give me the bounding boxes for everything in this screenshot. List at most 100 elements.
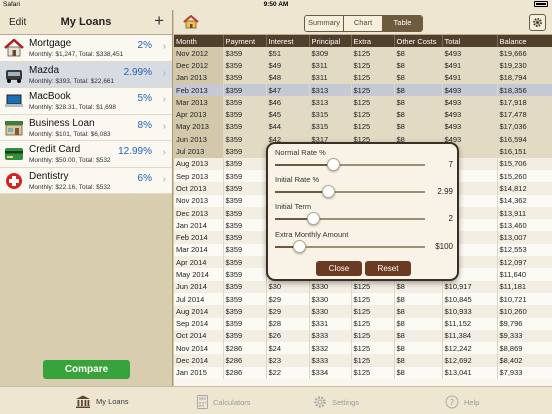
credit-card-icon <box>4 145 24 163</box>
reset-button[interactable]: Reset <box>365 261 411 276</box>
slider-thumb[interactable] <box>292 240 306 253</box>
table-row[interactable]: Dec 2014 $286 $23 $333 $125 $8 $12,692 $8,402 <box>174 354 552 367</box>
table-cell: $11,384 <box>442 329 498 343</box>
table-cell: $8 <box>394 366 443 380</box>
table-cell: $8 <box>394 59 443 72</box>
table-row[interactable]: Nov 2014 $286 $24 $332 $125 $8 $12,242 $8,869 <box>174 342 552 355</box>
table-cell: $10,917 <box>442 280 498 293</box>
loan-rate: 12.99% <box>118 146 152 157</box>
table-cell: $309 <box>309 47 352 60</box>
table-cell: $359 <box>223 292 267 306</box>
table-cell: $15,260 <box>497 169 552 183</box>
table-cell: $10,260 <box>497 305 552 318</box>
loan-detail: Monthly: $28.31, Total: $1,698 <box>29 104 116 111</box>
table-cell: Jul 2014 <box>174 292 224 306</box>
slider-label: Normal Rate % <box>275 148 326 157</box>
table-row[interactable]: Dec 2012 $359 $49 $311 $125 $8 $491 $19,230 <box>174 59 552 72</box>
slider-control[interactable] <box>275 158 425 171</box>
loan-detail: Monthly: $393, Total: $22,661 <box>29 77 115 85</box>
table-cell: $8 <box>394 329 443 343</box>
table-cell: Feb 2014 <box>174 231 224 244</box>
table-row[interactable]: Jul 2014 $359 $29 $330 $125 $8 $10,845 $10,721 <box>174 292 552 306</box>
table-cell: $11,152 <box>442 317 498 330</box>
tab-calculators[interactable]: Calculators <box>197 395 251 409</box>
table-row[interactable]: Jan 2013 $359 $48 $311 $125 $8 $491 $18,794 <box>174 71 552 84</box>
close-button[interactable]: Close <box>316 261 362 276</box>
table-cell: $22 <box>266 366 310 380</box>
settings-gear-button[interactable] <box>529 14 546 31</box>
table-cell: Dec 2012 <box>174 59 224 72</box>
status-bar: Safari 9:50 AM <box>0 0 552 10</box>
table-row[interactable]: Oct 2014 $359 $26 $333 $125 $8 $11,384 $9,333 <box>174 329 552 343</box>
table-cell: $26 <box>266 329 310 343</box>
laptop-icon <box>4 92 24 110</box>
table-row[interactable]: Feb 2013 $359 $47 $313 $125 $8 $493 $18,356 <box>174 83 552 97</box>
table-row[interactable]: Aug 2014 $359 $29 $330 $125 $8 $10,933 $10,260 <box>174 305 552 318</box>
table-row[interactable]: Jun 2014 $359 $30 $330 $125 $8 $10,917 $11,181 <box>174 280 552 293</box>
table-cell: $8 <box>394 108 443 121</box>
loan-rate: 2% <box>137 40 152 51</box>
store-icon <box>4 119 24 137</box>
loan-item-mazda[interactable]: Mazda Monthly: $393, Total: $22,661 2.99… <box>0 61 172 88</box>
table-cell: $330 <box>309 292 352 306</box>
table-cell: $44 <box>266 120 310 134</box>
table-cell: Mar 2013 <box>174 96 224 109</box>
battery-icon <box>534 1 548 7</box>
table-cell: $359 <box>223 133 267 146</box>
table-cell: $49 <box>266 59 310 72</box>
loan-item-mortgage[interactable]: Mortgage Monthly: $1,247, Total: $338,45… <box>0 35 172 62</box>
gear-icon <box>314 396 326 408</box>
table-cell: $16,594 <box>497 133 552 146</box>
table-cell: $125 <box>351 47 395 60</box>
table-cell: Nov 2012 <box>174 47 224 60</box>
table-cell: $359 <box>223 71 267 84</box>
segment-chart[interactable]: Chart <box>344 16 383 31</box>
add-loan-button[interactable]: + <box>154 11 164 31</box>
tab-settings[interactable]: Settings <box>313 395 359 409</box>
tab-help[interactable]: ? Help <box>445 395 479 409</box>
tab-my-loans[interactable]: My Loans <box>75 395 129 408</box>
loan-item-credit-card[interactable]: Credit Card Monthly: $50.00, Total: $532… <box>0 141 172 168</box>
table-row[interactable]: Jan 2015 $286 $22 $334 $125 $8 $13,041 $7,933 <box>174 366 552 380</box>
table-cell: $125 <box>351 83 395 97</box>
table-cell: $331 <box>309 317 352 330</box>
loan-name: Mortgage <box>29 38 72 49</box>
table-cell: $491 <box>442 71 498 84</box>
table-row[interactable]: Apr 2013 $359 $45 $315 $125 $8 $493 $17,478 <box>174 108 552 121</box>
slider-thumb[interactable] <box>327 158 341 171</box>
table-row[interactable]: Sep 2014 $359 $28 $331 $125 $8 $11,152 $9,796 <box>174 317 552 330</box>
table-cell: Jun 2014 <box>174 280 224 293</box>
column-header: Balance <box>497 35 552 47</box>
loan-item-business-loan[interactable]: Business Loan Monthly: $101, Total: $6,0… <box>0 115 172 141</box>
column-header: Interest <box>266 35 310 47</box>
table-cell: $313 <box>309 83 352 97</box>
table-row[interactable]: May 2013 $359 $44 $315 $125 $8 $493 $17,036 <box>174 120 552 134</box>
tab-label: My Loans <box>96 397 129 406</box>
table-cell: $125 <box>351 59 395 72</box>
table-cell: $10,721 <box>497 292 552 306</box>
loan-rate: 6% <box>137 172 152 184</box>
slider-thumb[interactable] <box>306 212 320 225</box>
slider-row: Initial Term 2 <box>275 202 453 225</box>
table-cell: $333 <box>309 354 352 367</box>
slider-thumb[interactable] <box>321 185 335 198</box>
slider-control[interactable] <box>275 185 425 198</box>
table-row[interactable]: Mar 2013 $359 $46 $313 $125 $8 $493 $17,918 <box>174 96 552 109</box>
slider-control[interactable] <box>275 240 425 253</box>
loan-item-macbook[interactable]: MacBook Monthly: $28.31, Total: $1,698 5… <box>0 88 172 115</box>
loan-item-dentistry[interactable]: Dentistry Monthly: $22.16, Total: $532 6… <box>0 168 172 194</box>
table-cell: $30 <box>266 280 310 293</box>
column-header: Month <box>174 35 224 47</box>
table-row[interactable]: Nov 2012 $359 $51 $309 $125 $8 $493 $19,666 <box>174 47 552 60</box>
table-header-row: Month Payment Interest Principal Extra O… <box>174 35 552 47</box>
slider-control[interactable] <box>275 212 425 225</box>
slider-track <box>275 218 425 220</box>
home-icon[interactable] <box>183 14 199 31</box>
table-cell: $13,041 <box>442 366 498 380</box>
segment-summary[interactable]: Summary <box>305 16 344 31</box>
table-cell: $359 <box>223 194 267 207</box>
loan-adjust-popover: Normal Rate % 7 Initial Rate % 2.99 Initial … <box>266 142 459 281</box>
table-cell: $359 <box>223 108 267 121</box>
segment-table[interactable]: Table <box>383 16 422 31</box>
compare-button[interactable]: Compare <box>43 360 130 379</box>
